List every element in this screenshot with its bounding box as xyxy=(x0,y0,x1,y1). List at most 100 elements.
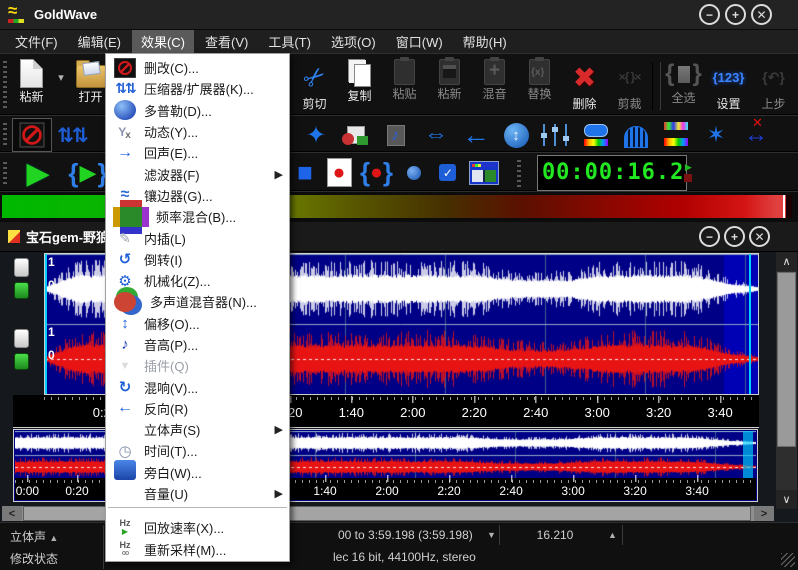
menu-item-interpolate[interactable]: 内插(L) ▶ xyxy=(106,227,289,248)
menu-file[interactable]: 文件(F) xyxy=(6,30,67,53)
menu-item-freq-blend[interactable]: 频率混合(B)... ▶ xyxy=(106,206,289,227)
control-window-button[interactable] xyxy=(469,156,499,190)
scroll-right-icon[interactable]: > xyxy=(754,506,774,521)
spectrum-filter-fx-button[interactable] xyxy=(656,118,696,152)
menu-item-reverb[interactable]: 混响(V)... ▶ xyxy=(106,376,289,397)
menu-item-doppler[interactable]: 多普勒(D)... ▶ xyxy=(106,100,289,121)
menu-item-plugin[interactable]: 插件(Q) ▶ xyxy=(106,355,289,376)
position-toggle-icon[interactable]: ▲ xyxy=(608,530,617,540)
maximize-button[interactable]: + xyxy=(725,4,746,25)
menu-item-volume[interactable]: 音量(U) ▶ xyxy=(106,483,289,504)
channel-mode[interactable]: 立体声 ▲ xyxy=(10,528,58,545)
selection-range[interactable]: 00 to 3:59.198 (3:59.198) xyxy=(338,528,473,542)
zoom-slider-handle[interactable] xyxy=(14,353,29,370)
selection-start-marker[interactable] xyxy=(45,254,47,394)
pitch-fx-button[interactable] xyxy=(376,118,416,152)
filter-fx-button[interactable] xyxy=(576,118,616,152)
vertical-scrollbar[interactable]: ∧ ∨ xyxy=(776,252,797,509)
menu-item-stereo[interactable]: 立体声(S) ▶ xyxy=(106,419,289,440)
paste-new-button[interactable]: 粘新 xyxy=(9,59,54,105)
replace-button[interactable]: 替换 xyxy=(517,59,562,102)
menu-item-invert[interactable]: 倒转(I) ▶ xyxy=(106,249,289,270)
zoom-slider-handle[interactable] xyxy=(14,329,29,348)
mechanize-fx-button[interactable] xyxy=(296,118,336,152)
paste-new-window-button[interactable]: 粘新 xyxy=(427,59,472,102)
scroll-left-icon[interactable]: < xyxy=(2,506,22,521)
monitor-dot-toggle[interactable] xyxy=(401,156,427,190)
compressor-fx-button[interactable] xyxy=(52,118,92,152)
toolbar-grip[interactable] xyxy=(517,159,521,187)
cut-button[interactable]: 剪切 xyxy=(292,59,337,112)
close-icon: ✕ xyxy=(756,9,766,21)
maximize-button[interactable]: + xyxy=(724,226,745,247)
level-meter-marker xyxy=(783,195,785,218)
time-display[interactable]: 00:00:16.2 ▶ xyxy=(537,155,687,191)
delete-button[interactable]: 删除 xyxy=(562,59,607,112)
spread-fx-button[interactable] xyxy=(416,118,456,152)
noise-reduction-fx-button[interactable] xyxy=(736,118,776,152)
new-dropdown-chevron[interactable] xyxy=(54,59,68,95)
copy-button[interactable]: 复制 xyxy=(337,59,382,104)
toolbar-grip[interactable] xyxy=(3,122,7,145)
menu-item-flanger[interactable]: 镶边器(G)... ▶ xyxy=(106,185,289,206)
menu-window[interactable]: 窗口(W) xyxy=(387,30,452,53)
toolbar-grip[interactable] xyxy=(3,60,7,108)
menu-help[interactable]: 帮助(H) xyxy=(454,30,516,53)
menu-item-time[interactable]: 时间(T)... ▶ xyxy=(106,440,289,461)
menu-item-pitch[interactable]: 音高(P)... ▶ xyxy=(106,334,289,355)
trim-button[interactable]: 剪裁 xyxy=(607,59,652,112)
record-button[interactable] xyxy=(326,156,352,190)
zoom-slider-handle[interactable] xyxy=(14,282,29,299)
mixer-fx-button[interactable] xyxy=(336,118,376,152)
menu-item-resample[interactable]: 重新采样(M)... ▶ xyxy=(106,539,289,560)
menu-item-compressor[interactable]: 压缩器/扩展器(K)... ▶ xyxy=(106,78,289,99)
vertical-scrollbar-thumb[interactable] xyxy=(777,272,796,447)
close-button[interactable]: ✕ xyxy=(751,4,772,25)
menu-item-reverse[interactable]: 反向(R) ▶ xyxy=(106,398,289,419)
toolbar-grip[interactable] xyxy=(3,159,7,184)
settings-button[interactable]: 设置 xyxy=(706,59,751,112)
minimize-button[interactable]: − xyxy=(699,226,720,247)
offset-fx-button[interactable] xyxy=(496,118,536,152)
menu-separator[interactable]: ▶ xyxy=(108,507,287,515)
menu-item-playback-rate[interactable]: 回放速率(X)... ▶ xyxy=(106,517,289,538)
scroll-down-icon[interactable]: ∨ xyxy=(776,490,797,509)
menu-item-mechanize[interactable]: 机械化(Z)... ▶ xyxy=(106,270,289,291)
minimize-button[interactable]: − xyxy=(699,4,720,25)
close-button[interactable]: ✕ xyxy=(749,226,770,247)
menu-item-multichannel-mixer[interactable]: 多声道混音器(N)... ▶ xyxy=(106,291,289,312)
menu-edit[interactable]: 编辑(E) xyxy=(69,30,130,53)
selection-end-marker[interactable] xyxy=(749,254,751,394)
menu-item-filter[interactable]: 滤波器(F) ▶ xyxy=(106,163,289,184)
menu-item-dynamics[interactable]: 动态(Y)... ▶ xyxy=(106,121,289,142)
menu-tool[interactable]: 工具(T) xyxy=(259,30,320,53)
pop-removal-fx-button[interactable] xyxy=(696,118,736,152)
cut-modify-fx-button[interactable] xyxy=(12,118,52,152)
scroll-up-icon[interactable]: ∧ xyxy=(776,252,797,271)
gate-fx-button[interactable] xyxy=(616,118,656,152)
undo-step-button[interactable]: 上步 xyxy=(751,59,796,112)
reverse-fx-button[interactable] xyxy=(456,118,496,152)
menu-effect[interactable]: 效果(C) xyxy=(132,30,194,53)
menu-item-narration[interactable]: 旁白(W)... ▶ xyxy=(106,462,289,483)
zoom-slider-handle[interactable] xyxy=(14,258,29,277)
play-button[interactable] xyxy=(16,156,60,190)
menu-view[interactable]: 查看(V) xyxy=(196,30,257,53)
position-value[interactable]: 16.210 xyxy=(505,528,605,542)
menu-item-cut-modify[interactable]: 删改(C)... ▶ xyxy=(106,57,289,78)
resize-grip[interactable] xyxy=(781,553,795,567)
monitor-check-toggle[interactable]: ✓ xyxy=(435,156,461,190)
ruler-tick-label: 2:00 xyxy=(375,484,398,498)
menu-item-offset[interactable]: 偏移(O)... ▶ xyxy=(106,313,289,334)
menu-options[interactable]: 选项(O) xyxy=(322,30,385,53)
mix-button[interactable]: 混音 xyxy=(472,59,517,102)
record-selection-button[interactable]: ● xyxy=(360,156,393,190)
stop-button[interactable] xyxy=(292,156,318,190)
paste-button[interactable]: 粘贴 xyxy=(382,59,427,102)
selection-toggle-icon[interactable]: ▼ xyxy=(487,530,496,540)
play-selection-button[interactable]: ▶ xyxy=(66,156,110,190)
toolbar-separator[interactable] xyxy=(652,62,661,110)
equalizer-fx-button[interactable] xyxy=(536,118,576,152)
menu-item-echo[interactable]: 回声(E)... ▶ xyxy=(106,142,289,163)
select-all-button[interactable]: 全选 xyxy=(661,59,706,106)
